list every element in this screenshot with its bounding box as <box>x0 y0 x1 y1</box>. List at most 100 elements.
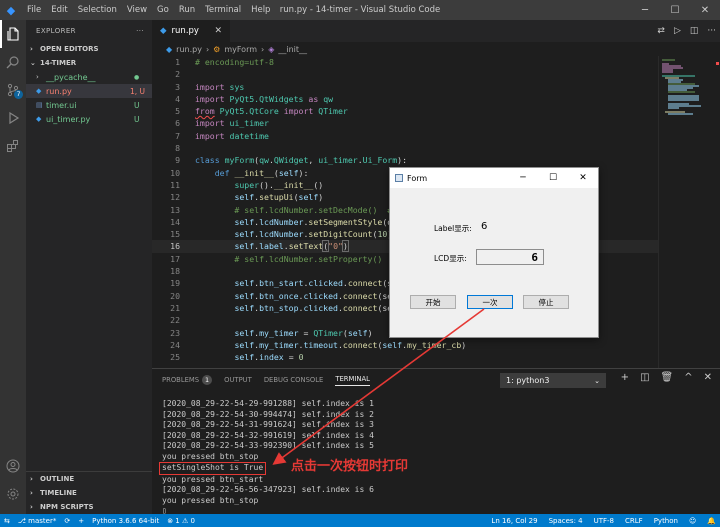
chevron-down-icon: ⌄ <box>30 59 36 67</box>
maximize-icon[interactable]: ☐ <box>660 0 690 20</box>
more-actions-icon[interactable]: ··· <box>136 27 144 35</box>
split-editor-icon[interactable]: ◫ <box>690 26 699 36</box>
line-number: 12 <box>170 192 180 203</box>
file-name: timer.ui <box>46 100 77 110</box>
code-line: 3 import sys <box>152 81 658 93</box>
add-icon[interactable]: + <box>78 517 84 525</box>
file-status: U <box>134 114 140 124</box>
bottom-panel: PROBLEMS 1 OUTPUT DEBUG CONSOLE TERMINAL … <box>152 368 720 517</box>
explorer-icon[interactable] <box>0 20 26 48</box>
menu-help[interactable]: Help <box>246 0 275 20</box>
timeline-section[interactable]: › TIMELINE <box>26 486 152 500</box>
form-window: Form ─ ☐ ✕ Label显示: 6 LCD显示: 6 开始 一次 停止 <box>389 167 599 338</box>
tab-output[interactable]: OUTPUT <box>224 376 252 384</box>
menu-view[interactable]: View <box>122 0 152 20</box>
close-icon[interactable]: ✕ <box>690 0 720 20</box>
breadcrumb-method[interactable]: __init__ <box>278 45 307 54</box>
once-button[interactable]: 一次 <box>467 295 513 309</box>
problems-status[interactable]: ⊗ 1 ⚠ 0 <box>167 517 195 525</box>
source-control-icon[interactable]: 7 <box>0 76 26 104</box>
run-debug-icon[interactable] <box>0 104 26 132</box>
file-item-run-py[interactable]: ◆ run.py 1, U <box>26 84 152 98</box>
tab-terminal[interactable]: TERMINAL <box>335 375 370 386</box>
search-icon[interactable] <box>0 48 26 76</box>
start-button[interactable]: 开始 <box>410 295 456 309</box>
language-mode[interactable]: Python <box>654 517 678 525</box>
timeline-label: TIMELINE <box>40 489 77 497</box>
close-panel-icon[interactable]: ✕ <box>704 372 712 383</box>
title-bar: ◆ File Edit Selection View Go Run Termin… <box>0 0 720 20</box>
encoding[interactable]: UTF-8 <box>594 517 614 525</box>
close-icon[interactable]: ✕ <box>568 168 598 188</box>
form-title-bar: Form ─ ☐ ✕ <box>390 168 598 188</box>
menu-terminal[interactable]: Terminal <box>200 0 246 20</box>
minimap[interactable] <box>658 56 720 368</box>
maximize-icon[interactable]: ☐ <box>538 168 568 188</box>
file-item-ui-timer-py[interactable]: ◆ ui_timer.py U <box>26 112 152 126</box>
highlighted-terminal-line: setSingleShot is True <box>159 462 267 475</box>
run-file-icon[interactable]: ▷ <box>674 26 681 36</box>
line-number: 20 <box>170 290 180 301</box>
line-number: 23 <box>170 327 180 338</box>
line-number: 3 <box>175 81 180 92</box>
npm-scripts-section[interactable]: › NPM SCRIPTS <box>26 500 152 514</box>
minimize-icon[interactable]: ─ <box>508 168 538 188</box>
code-line: 25 self.index = 0 <box>152 351 658 363</box>
terminal-output[interactable]: [2020_08_29-22-54-29-991288] self.index … <box>159 399 702 517</box>
new-terminal-icon[interactable]: + <box>621 372 629 383</box>
menu-go[interactable]: Go <box>152 0 174 20</box>
account-icon[interactable] <box>0 452 26 480</box>
sync-icon[interactable]: ⟳ <box>64 517 70 525</box>
outline-section[interactable]: › OUTLINE <box>26 472 152 486</box>
code-line: 8 <box>152 142 658 154</box>
window-controls: ─ ☐ ✕ <box>630 0 720 20</box>
code-line: 24 self.my_timer.timeout.connect(self.my… <box>152 339 658 351</box>
terminal-line: you pressed btn_stop <box>162 451 259 461</box>
settings-gear-icon[interactable] <box>0 480 26 508</box>
minimize-icon[interactable]: ─ <box>630 0 660 20</box>
file-status: U <box>134 100 140 110</box>
cursor-position[interactable]: Ln 16, Col 29 <box>491 517 537 525</box>
code-text: self.index = 0 <box>234 352 304 363</box>
python-file-icon: ◆ <box>36 87 42 95</box>
maximize-panel-icon[interactable]: ^ <box>684 372 692 383</box>
line-number: 14 <box>170 216 180 227</box>
file-item-pycache[interactable]: › __pycache__ ● <box>26 70 152 84</box>
file-item-timer-ui[interactable]: ▤ timer.ui U <box>26 98 152 112</box>
menu-file[interactable]: File <box>22 0 46 20</box>
code-text: import PyQt5.QtWidgets as qw <box>195 93 334 104</box>
line-number: 25 <box>170 352 180 363</box>
file-status: ● <box>134 73 140 81</box>
split-terminal-icon[interactable]: ◫ <box>640 372 649 383</box>
python-interpreter[interactable]: Python 3.6.6 64-bit <box>92 517 159 525</box>
indentation[interactable]: Spaces: 4 <box>549 517 583 525</box>
tab-debug-console[interactable]: DEBUG CONSOLE <box>264 376 324 384</box>
terminal-select[interactable]: 1: python3 ⌄ <box>500 373 606 388</box>
menu-edit[interactable]: Edit <box>46 0 72 20</box>
folder-section[interactable]: ⌄ 14-TIMER <box>26 56 152 70</box>
breadcrumb-class[interactable]: myForm <box>224 45 257 54</box>
stop-button[interactable]: 停止 <box>523 295 569 309</box>
branch-status[interactable]: ⎇ master* <box>18 517 56 525</box>
tab-run-py[interactable]: ◆ run.py ✕ <box>152 20 230 42</box>
code-line: 6 import ui_timer <box>152 117 658 129</box>
compare-icon[interactable]: ⇄ <box>657 26 665 36</box>
menu-run[interactable]: Run <box>174 0 200 20</box>
feedback-icon[interactable]: ☺ <box>689 517 696 525</box>
end-of-line[interactable]: CRLF <box>625 517 643 525</box>
line-number: 22 <box>170 315 180 326</box>
trash-icon[interactable]: 🗑 <box>661 372 674 383</box>
remote-icon[interactable]: ⇆ <box>4 517 10 525</box>
breadcrumb-file[interactable]: run.py <box>176 45 202 54</box>
tab-problems[interactable]: PROBLEMS 1 <box>162 375 213 385</box>
more-actions-icon[interactable]: ··· <box>707 26 716 36</box>
code-text: self.btn_once.clicked.connect(se <box>234 290 393 301</box>
extensions-icon[interactable] <box>0 132 26 160</box>
notifications-icon[interactable]: 🔔 <box>707 517 716 525</box>
menu-selection[interactable]: Selection <box>73 0 122 20</box>
chevron-right-icon: › <box>30 503 33 511</box>
line-number: 4 <box>175 93 180 104</box>
open-editors-section[interactable]: › OPEN EDITORS <box>26 42 152 56</box>
lcd-value: 6 <box>531 251 538 264</box>
close-tab-icon[interactable]: ✕ <box>214 26 222 36</box>
